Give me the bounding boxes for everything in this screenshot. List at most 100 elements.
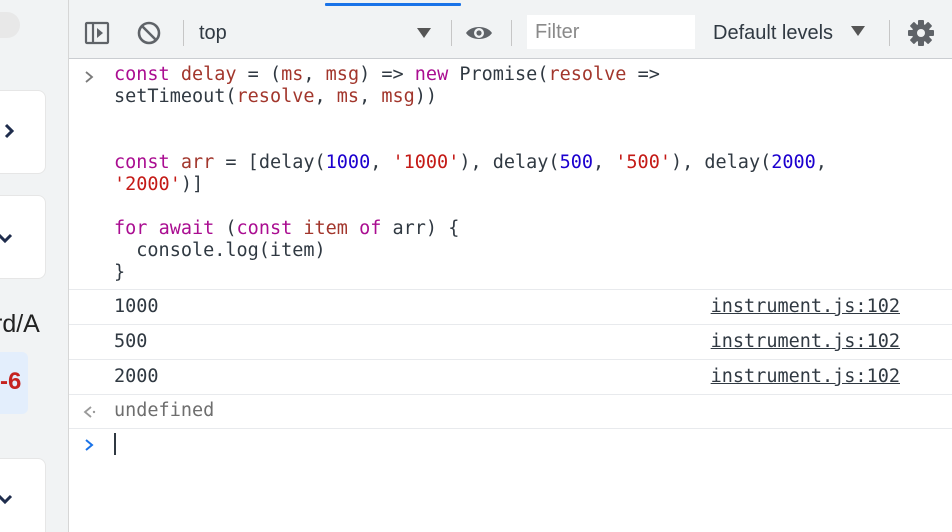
- chevron-down-icon: [851, 26, 865, 36]
- gear-icon: [908, 20, 934, 46]
- code-token: }: [114, 262, 126, 283]
- log-levels-dropdown[interactable]: Default levels: [713, 20, 873, 46]
- code-token: const: [114, 152, 170, 173]
- console-toolbar: top Default levels: [69, 0, 952, 59]
- code-token: arr: [180, 152, 215, 173]
- code-token: ) =>: [359, 64, 415, 85]
- sidebar-toggle-button[interactable]: [83, 19, 111, 47]
- log-row: 1000 instrument.js:102: [69, 289, 952, 325]
- active-tab-indicator: [325, 3, 461, 6]
- code-line: console.log(item): [114, 240, 827, 262]
- result-value: undefined: [114, 400, 215, 421]
- code-token: 1000: [325, 152, 371, 173]
- chevron-down-icon: [417, 28, 431, 38]
- collapsed-card[interactable]: [0, 90, 46, 174]
- code-token: ,: [303, 64, 326, 85]
- code-line: for await (const item of arr) {: [114, 218, 827, 240]
- source-link[interactable]: instrument.js:102: [711, 366, 900, 387]
- partial-path-text: rd/A: [0, 310, 40, 338]
- settings-button[interactable]: [907, 19, 935, 47]
- log-levels-label: Default levels: [713, 22, 834, 44]
- toolbar-divider: [451, 20, 452, 46]
- console-output[interactable]: const delay = (ms, msg) => new Promise(r…: [69, 59, 952, 532]
- result-row: undefined: [69, 394, 952, 429]
- code-token: await: [158, 218, 215, 239]
- code-token: '2000': [114, 174, 181, 195]
- context-selector[interactable]: top: [199, 20, 439, 46]
- code-token: delay: [180, 64, 237, 85]
- code-token: )): [414, 86, 438, 107]
- page-sidebar-strip: rd/A -6: [0, 0, 69, 532]
- code-token: of: [359, 218, 382, 239]
- clear-console-button[interactable]: [135, 19, 163, 47]
- log-value: 1000: [114, 296, 159, 317]
- clear-console-icon: [137, 21, 161, 45]
- code-token: ms: [281, 64, 304, 85]
- return-arrow-icon: [83, 406, 96, 418]
- code-token: msg: [325, 64, 360, 85]
- code-token: console.log(item): [114, 240, 326, 261]
- code-token: ,: [815, 152, 827, 173]
- code-token: new: [414, 64, 449, 85]
- source-link[interactable]: instrument.js:102: [711, 296, 900, 317]
- code-token: resolve: [236, 86, 315, 107]
- expanded-card-2[interactable]: [0, 458, 46, 532]
- chevron-right-icon: [85, 439, 94, 451]
- code-token: setTimeout(: [114, 86, 237, 107]
- log-value: 500: [114, 331, 148, 352]
- toolbar-divider: [889, 20, 890, 46]
- code-token: msg: [381, 86, 415, 107]
- code-token: 2000: [771, 152, 816, 173]
- code-token: item: [303, 218, 348, 239]
- code-token: = (: [236, 64, 282, 85]
- search-pill[interactable]: [0, 12, 20, 38]
- text-cursor: [114, 433, 116, 455]
- devtools-panel: top Default levels: [69, 0, 952, 532]
- code-token: =>: [626, 64, 660, 85]
- source-link[interactable]: instrument.js:102: [711, 331, 900, 352]
- live-expression-button[interactable]: [465, 19, 493, 47]
- code-token: )]: [180, 174, 204, 195]
- log-value: 2000: [114, 366, 159, 387]
- chevron-down-icon: [0, 233, 13, 244]
- code-line: }: [114, 262, 827, 284]
- chevron-right-icon: [4, 123, 15, 139]
- code-line: '2000')]: [114, 174, 827, 196]
- chevron-down-icon: [0, 494, 13, 505]
- code-block: const delay = (ms, msg) => new Promise(r…: [114, 64, 827, 284]
- code-token: ,: [359, 86, 382, 107]
- console-prompt[interactable]: [69, 429, 952, 469]
- console-input-entry: const delay = (ms, msg) => new Promise(r…: [69, 59, 952, 290]
- code-token: arr) {: [381, 218, 460, 239]
- code-token: const: [114, 64, 170, 85]
- code-line: const arr = [delay(1000, '1000'), delay(…: [114, 152, 827, 174]
- sidebar-toggle-icon: [84, 21, 110, 45]
- code-token: '500': [615, 152, 671, 173]
- code-token: ,: [370, 152, 393, 173]
- code-token: ,: [593, 152, 616, 173]
- toolbar-divider: [183, 20, 184, 46]
- code-token: const: [236, 218, 293, 239]
- code-token: '1000': [392, 152, 460, 173]
- filter-input[interactable]: [527, 15, 695, 49]
- count-badge-number: -6: [0, 368, 22, 395]
- eye-icon: [466, 27, 492, 39]
- log-row: 500 instrument.js:102: [69, 324, 952, 360]
- code-token: = [delay(: [214, 152, 326, 173]
- context-label: top: [199, 22, 227, 44]
- log-row: 2000 instrument.js:102: [69, 359, 952, 395]
- code-token: ), delay(: [459, 152, 560, 173]
- code-line: const delay = (ms, msg) => new Promise(r…: [114, 64, 827, 86]
- toolbar-divider: [511, 20, 512, 46]
- expanded-card[interactable]: [0, 195, 46, 279]
- code-token: for: [114, 218, 148, 239]
- code-token: 500: [559, 152, 593, 173]
- chevron-right-icon: [85, 71, 94, 83]
